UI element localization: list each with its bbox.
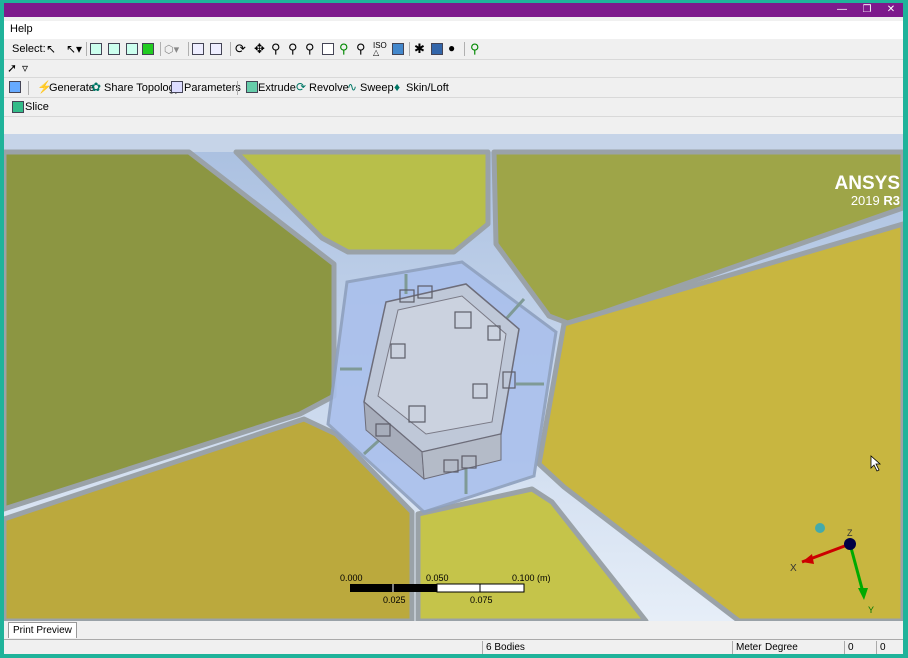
- zoom-window-icon[interactable]: [322, 43, 334, 56]
- display-point-icon[interactable]: ●: [448, 41, 455, 55]
- zoom-fit-icon[interactable]: ⚲: [305, 41, 315, 57]
- skin-loft-button[interactable]: Skin/Loft: [406, 82, 449, 94]
- slice-icon[interactable]: [12, 101, 24, 114]
- pin-icon[interactable]: ➚: [7, 61, 17, 75]
- ansys-logo: ANSYS: [835, 173, 900, 194]
- features-toolbar: ⚡ Generate ✿ Share Topology Parameters E…: [4, 78, 903, 98]
- z-axis-icon: [844, 538, 856, 550]
- select-bodies-icon[interactable]: [142, 43, 154, 56]
- box-select-icon[interactable]: [192, 43, 204, 56]
- select-edges-icon[interactable]: [108, 43, 120, 56]
- scale-label-0: 0.000: [340, 573, 363, 583]
- look-at-icon[interactable]: ⚲: [470, 41, 480, 57]
- axis-y-label: Y: [868, 605, 874, 615]
- iso-view-icon[interactable]: ISO △: [373, 42, 387, 57]
- magnifier-alt-icon[interactable]: ⚲: [356, 41, 366, 57]
- status-bar: 6 Bodies Meter Degree 0 0: [4, 639, 903, 654]
- parameters-button[interactable]: Parameters: [184, 82, 241, 94]
- zoom-icon[interactable]: ⚲: [271, 41, 281, 57]
- generate-button[interactable]: Generate: [49, 82, 95, 94]
- status-value-1: 0: [844, 641, 874, 654]
- sketch-toolbar: ➚ ▿: [4, 60, 903, 78]
- revolve-button[interactable]: Revolve: [309, 82, 349, 94]
- extrude-button[interactable]: Extrude: [258, 82, 296, 94]
- slice-toolbar: Slice: [4, 98, 903, 117]
- sweep-button[interactable]: Sweep: [360, 82, 394, 94]
- application-window: — ❐ ✕ Help Select: ↖ ↖▾ ⬡▾ ⟳ ✥ ⚲ ⚲ ⚲ ⚲ ⚲…: [4, 3, 903, 654]
- display-model-icon[interactable]: ✱: [414, 41, 425, 57]
- extrude-icon[interactable]: [246, 81, 258, 94]
- select-pointer-icon[interactable]: ↖: [46, 42, 56, 56]
- scale-label-3: 0.025: [383, 595, 406, 605]
- status-angle: Degree: [765, 642, 798, 653]
- skin-loft-icon[interactable]: ♦: [394, 80, 400, 94]
- selection-toolbar: Select: ↖ ↖▾ ⬡▾ ⟳ ✥ ⚲ ⚲ ⚲ ⚲ ⚲ ISO △ ✱ ● ⚲: [4, 39, 903, 60]
- model-view[interactable]: 0.000 0.050 0.100 (m) 0.025 0.075 X Y Z: [4, 134, 903, 621]
- magnifier-icon[interactable]: ⚲: [339, 41, 349, 57]
- display-plane-icon[interactable]: [392, 43, 404, 56]
- menu-help[interactable]: Help: [10, 23, 33, 35]
- display-body-icon[interactable]: [431, 43, 443, 56]
- select-label: Select:: [12, 43, 46, 55]
- pan-icon[interactable]: ✥: [254, 41, 265, 57]
- restore-icon[interactable]: ❐: [856, 3, 878, 17]
- extend-selection-icon[interactable]: ⬡▾: [164, 43, 179, 56]
- new-plane-icon[interactable]: [9, 81, 21, 94]
- menu-bar: Help: [4, 21, 903, 39]
- close-icon[interactable]: ✕: [880, 3, 902, 17]
- share-topology-button[interactable]: Share Topology: [104, 82, 180, 94]
- select-faces-icon[interactable]: [126, 43, 138, 56]
- sweep-icon[interactable]: ∿: [347, 80, 357, 94]
- axis-x-label: X: [790, 563, 797, 574]
- scale-label-4: 0.075: [470, 595, 493, 605]
- share-topology-icon[interactable]: ✿: [91, 80, 101, 94]
- title-bar: — ❐ ✕: [4, 3, 903, 17]
- slice-button[interactable]: Slice: [25, 101, 49, 113]
- axis-z-label: Z: [847, 528, 853, 538]
- select-points-icon[interactable]: [90, 43, 102, 56]
- box-select-alt-icon[interactable]: [210, 43, 222, 56]
- status-bodies: 6 Bodies: [482, 641, 730, 654]
- rotate-icon[interactable]: ⟳: [235, 41, 246, 57]
- status-value-2: 0: [876, 641, 902, 654]
- parameters-icon[interactable]: [171, 81, 183, 94]
- select-mode-icon[interactable]: ↖▾: [66, 42, 82, 56]
- graphics-viewport[interactable]: 0.000 0.050 0.100 (m) 0.025 0.075 X Y Z: [4, 134, 903, 621]
- revolve-icon[interactable]: ⟳: [296, 80, 306, 94]
- triad-sphere-icon: [815, 523, 825, 533]
- tab-print-preview[interactable]: Print Preview: [8, 622, 77, 638]
- status-units: Meter: [732, 641, 762, 654]
- scale-label-1: 0.050: [426, 573, 449, 583]
- scale-label-2: 0.100 (m): [512, 573, 551, 583]
- sketch-plane-icon[interactable]: ▿: [22, 61, 28, 75]
- zoom-box-icon[interactable]: ⚲: [288, 41, 298, 57]
- version-label: 2019 R3: [851, 193, 900, 208]
- minimize-icon[interactable]: —: [831, 3, 853, 17]
